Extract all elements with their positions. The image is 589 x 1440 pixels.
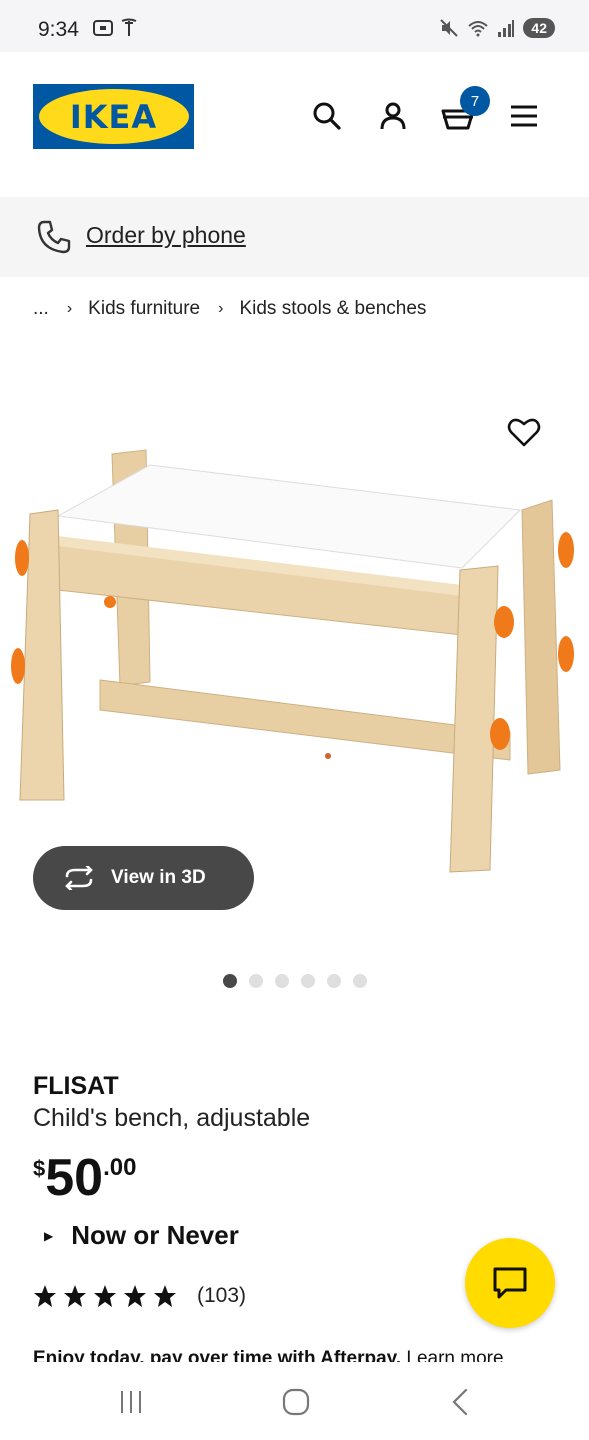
mute-icon xyxy=(440,19,459,37)
afterpay-learn-more-link[interactable]: Learn more xyxy=(406,1348,503,1362)
breadcrumb: ... › Kids furniture › Kids stools & ben… xyxy=(33,298,426,320)
status-right: 42 xyxy=(439,18,555,38)
afterpay-text: Enjoy today, pay over time with Afterpay… xyxy=(33,1348,402,1362)
caret-right-icon: ▶ xyxy=(44,1228,54,1243)
order-by-phone-link[interactable]: Order by phone xyxy=(86,222,246,249)
price-decimal: .00 xyxy=(103,1154,137,1181)
product-name: FLISAT xyxy=(33,1072,119,1100)
system-nav-bar xyxy=(0,1362,589,1440)
star-icon xyxy=(154,1285,176,1307)
gallery-pagination xyxy=(223,974,367,988)
promo-toggle[interactable]: ▶ Now or Never xyxy=(44,1220,239,1251)
rotate-3d-icon xyxy=(65,866,93,890)
breadcrumb-item[interactable]: Kids stools & benches xyxy=(239,298,426,320)
afterpay-banner: Enjoy today, pay over time with Afterpay… xyxy=(33,1348,553,1362)
menu-icon[interactable] xyxy=(506,98,542,134)
product-image[interactable] xyxy=(0,420,589,890)
account-icon[interactable] xyxy=(375,98,411,134)
view-in-3d-label: View in 3D xyxy=(111,867,206,888)
price-integer: 50 xyxy=(45,1149,104,1207)
star-icon xyxy=(34,1285,56,1307)
home-icon[interactable] xyxy=(276,1384,316,1420)
gallery-dot[interactable] xyxy=(223,974,237,988)
site-header: IKEA 7 xyxy=(0,52,589,197)
gallery-dot[interactable] xyxy=(301,974,315,988)
page: 9:34 42 IKEA 7 Order by phone ... › Kids… xyxy=(0,0,589,1440)
tesla-icon xyxy=(121,18,137,36)
logo-oval: IKEA xyxy=(38,89,189,144)
back-icon[interactable] xyxy=(440,1384,480,1420)
status-notification-icons xyxy=(92,18,138,38)
logo-text: IKEA xyxy=(69,97,158,136)
gallery-dot[interactable] xyxy=(249,974,263,988)
gallery-dot[interactable] xyxy=(327,974,341,988)
wifi-icon xyxy=(468,21,489,37)
search-icon[interactable] xyxy=(309,98,345,134)
gallery-dot[interactable] xyxy=(275,974,289,988)
order-by-phone-bar: Order by phone xyxy=(0,197,589,277)
product-price: $ 50 .00 xyxy=(33,1148,136,1204)
chevron-right-icon: › xyxy=(66,300,73,317)
ikea-logo[interactable]: IKEA xyxy=(33,84,194,149)
phone-icon xyxy=(36,219,72,255)
status-bar: 9:34 42 xyxy=(0,0,589,52)
battery-indicator: 42 xyxy=(523,18,555,38)
view-in-3d-button[interactable]: View in 3D xyxy=(33,846,254,910)
promo-label: Now or Never xyxy=(71,1220,239,1250)
gallery-dot[interactable] xyxy=(353,974,367,988)
status-time: 9:34 xyxy=(38,18,79,41)
rating[interactable]: (103) xyxy=(33,1284,246,1308)
star-icon xyxy=(124,1285,146,1307)
signal-icon xyxy=(498,20,515,37)
chevron-right-icon: › xyxy=(218,300,224,317)
screenshot-icon xyxy=(93,20,113,36)
star-icon xyxy=(64,1285,86,1307)
recent-apps-icon[interactable] xyxy=(111,1384,151,1420)
chat-button[interactable] xyxy=(465,1238,555,1328)
chat-icon xyxy=(493,1267,527,1299)
cart-count-badge: 7 xyxy=(460,86,490,116)
heart-icon[interactable] xyxy=(506,414,542,450)
breadcrumb-ellipsis[interactable]: ... xyxy=(33,298,49,320)
rating-count: (103) xyxy=(197,1284,247,1307)
star-icon xyxy=(94,1285,116,1307)
price-currency: $ xyxy=(33,1156,46,1181)
breadcrumb-item[interactable]: Kids furniture xyxy=(88,298,200,320)
product-description: Child's bench, adjustable xyxy=(33,1104,311,1132)
